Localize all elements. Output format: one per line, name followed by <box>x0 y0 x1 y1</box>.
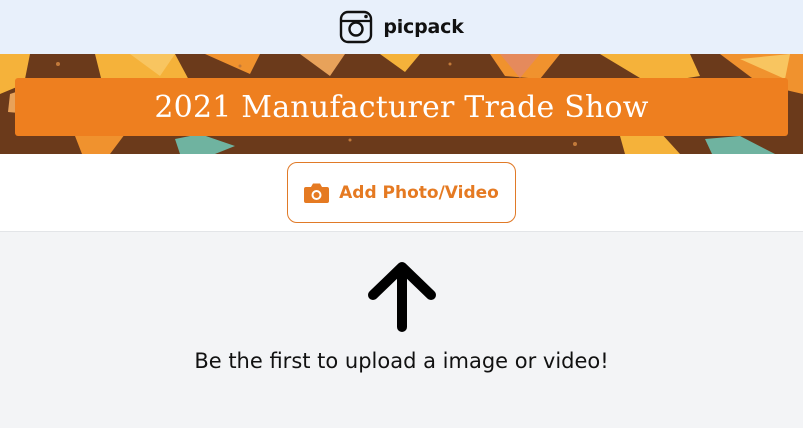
top-bar: picpack <box>0 0 803 54</box>
action-bar: Add Photo/Video <box>0 154 803 232</box>
event-banner: 2021 Manufacturer Trade Show <box>0 54 803 154</box>
add-photo-video-label: Add Photo/Video <box>339 182 499 203</box>
empty-state: Be the first to upload a image or video! <box>0 233 803 428</box>
add-photo-video-button[interactable]: Add Photo/Video <box>287 162 516 223</box>
arrow-up-icon <box>368 262 436 332</box>
camera-icon <box>304 183 330 203</box>
brand-name[interactable]: picpack <box>383 16 463 38</box>
camera-logo-icon <box>340 10 373 44</box>
event-title-box: 2021 Manufacturer Trade Show <box>15 78 788 136</box>
event-title: 2021 Manufacturer Trade Show <box>154 89 649 125</box>
empty-state-message: Be the first to upload a image or video! <box>194 349 609 373</box>
